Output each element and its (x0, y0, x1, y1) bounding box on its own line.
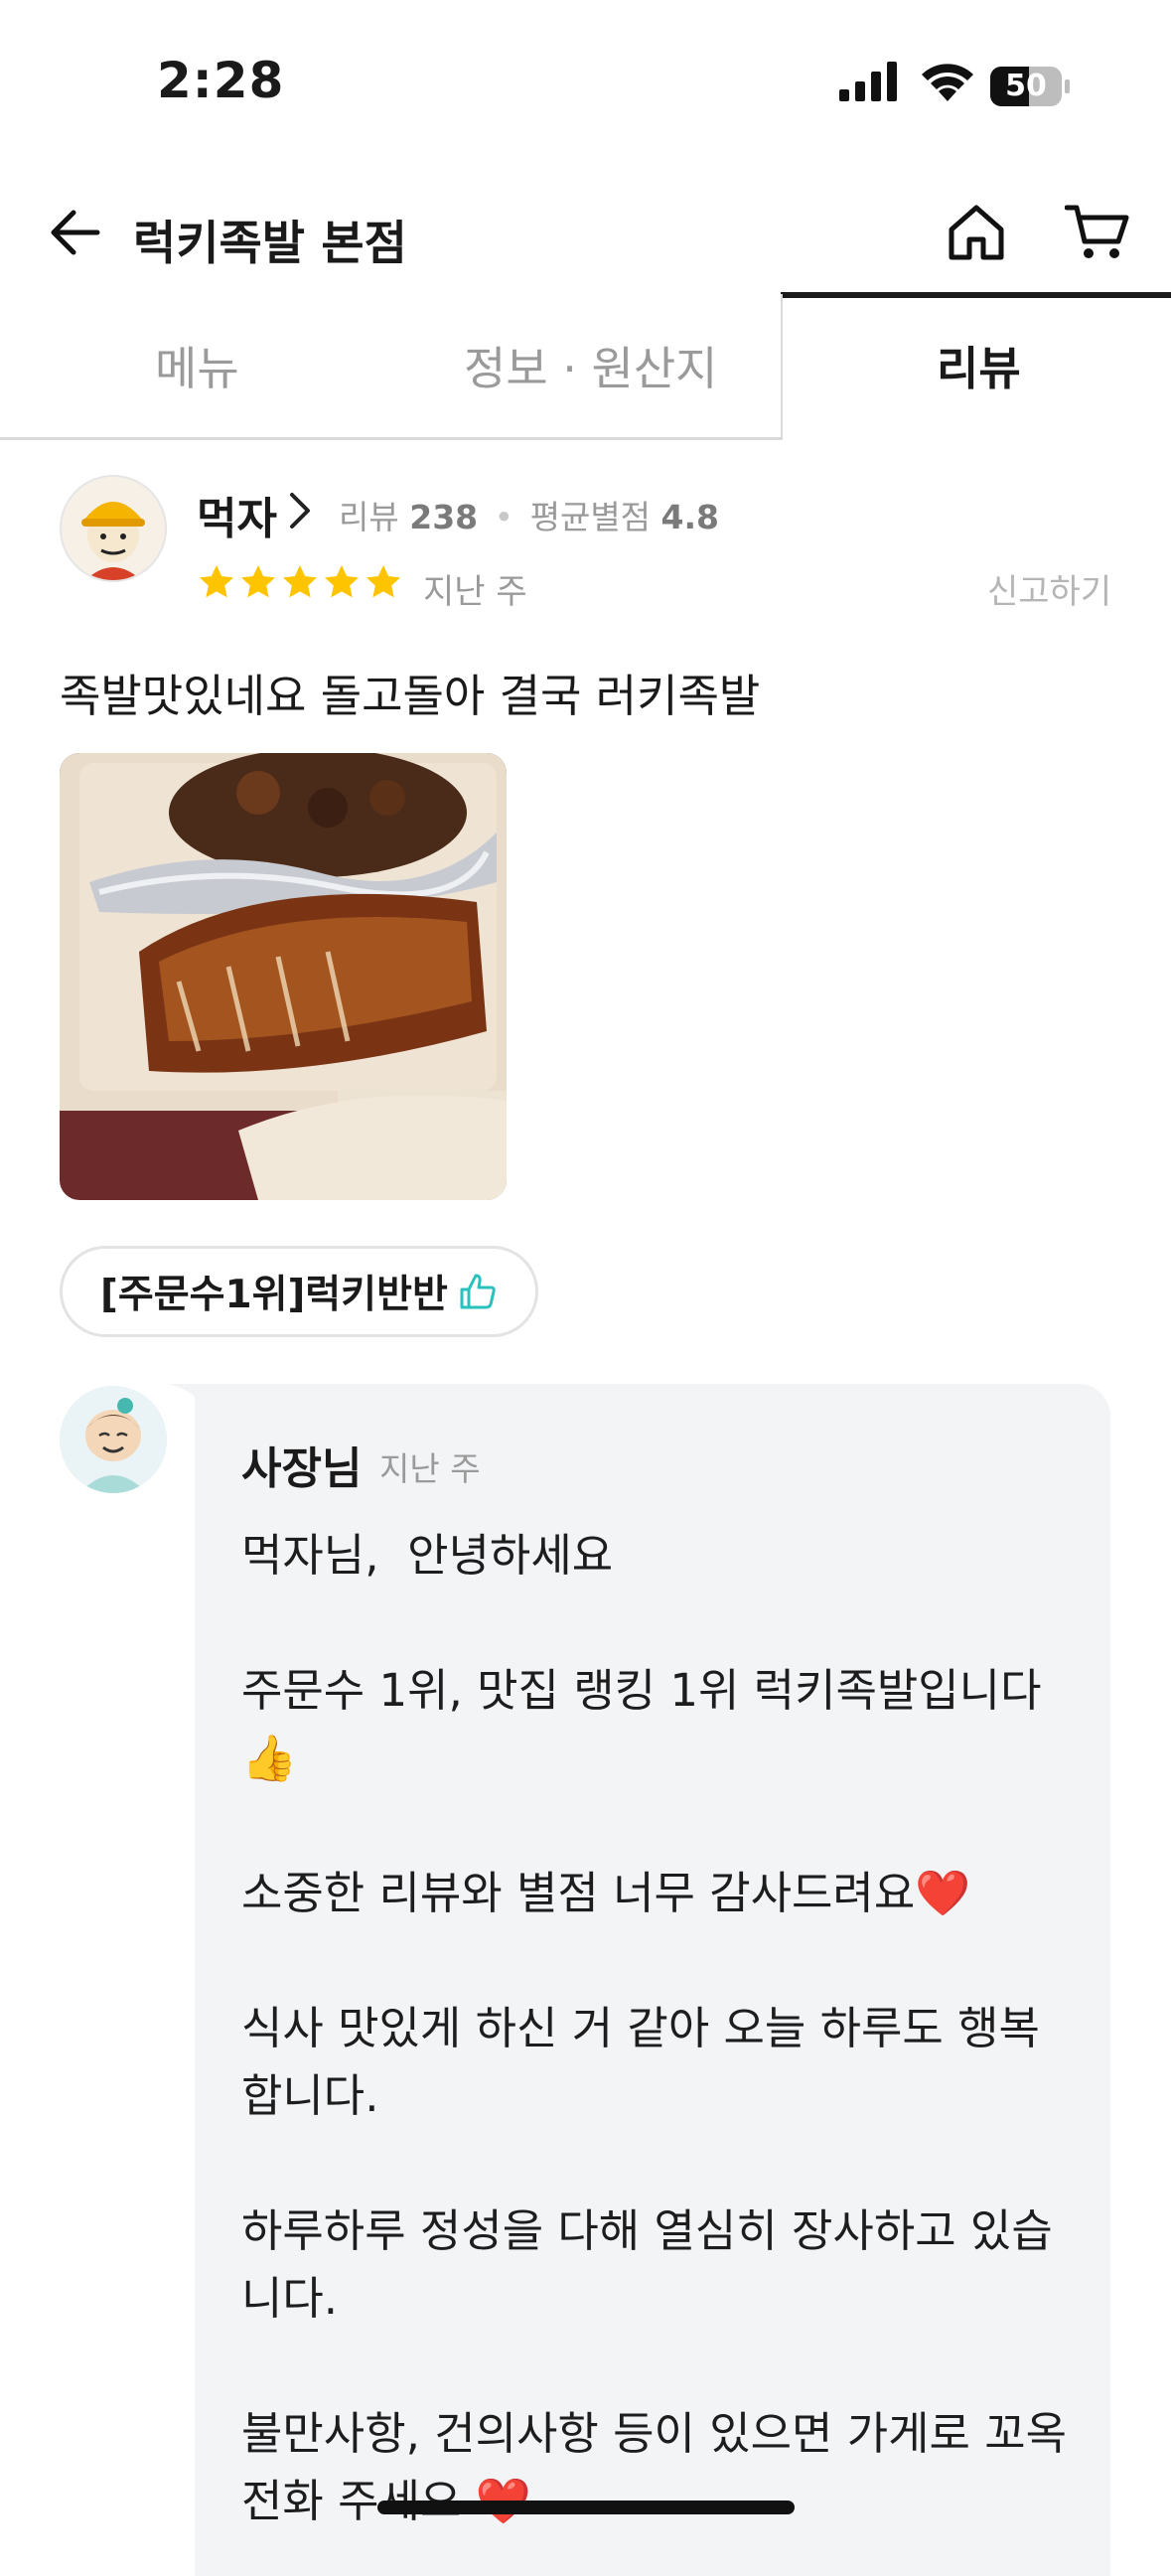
arrow-left-icon[interactable] (48, 205, 103, 260)
thumbs-up-icon (460, 1274, 496, 1309)
reviewer-nickname[interactable]: 먹자 (197, 483, 277, 546)
page-title: 럭키족발 본점 (133, 217, 407, 271)
status-time: 2:28 (157, 52, 285, 109)
report-button[interactable]: 신고하기 (987, 564, 1111, 613)
review-photo[interactable] (60, 753, 507, 1200)
cellular-signal-icon (839, 62, 897, 101)
star-icon (241, 565, 275, 598)
tab-info[interactable]: 정보 · 원산지 (464, 333, 717, 398)
owner-name: 사장님 (241, 1443, 363, 1494)
active-tab-indicator (781, 292, 1171, 298)
menu-chip-label: [주문수1위]럭키반반 (100, 1273, 448, 1317)
tab-bottom-border (0, 437, 783, 440)
review-count-label: 리뷰 (339, 498, 399, 536)
star-icon (366, 565, 400, 598)
home-icon[interactable] (946, 202, 1007, 263)
owner-reply-time: 지난 주 (379, 1449, 481, 1488)
tab-divider (781, 294, 783, 438)
separator-dot: • (494, 498, 514, 536)
star-icon (200, 565, 233, 598)
reviewer-stats: 리뷰 238 • 평균별점 4.8 (339, 491, 719, 538)
cart-icon[interactable] (1065, 202, 1130, 263)
battery-icon: 50 (989, 66, 1071, 107)
star-icon (283, 565, 317, 598)
avg-rating: 4.8 (660, 498, 720, 536)
owner-avatar (60, 1386, 167, 1493)
wifi-icon (922, 64, 973, 101)
review-count: 238 (409, 498, 479, 536)
tab-menu[interactable]: 메뉴 (155, 333, 239, 398)
review-text: 족발맛있네요 돌고돌아 결국 러키족발 (60, 670, 761, 722)
tab-review[interactable]: 리뷰 (937, 333, 1021, 398)
star-rating (197, 562, 403, 602)
reviewer-avatar[interactable] (60, 475, 167, 582)
home-indicator[interactable] (377, 2500, 795, 2514)
chevron-right-icon[interactable] (288, 491, 312, 530)
star-icon (325, 565, 359, 598)
owner-reply-text: 먹자님, 안녕하세요 주문수 1위, 맛집 랭킹 1위 럭키족발입니다 👍 소중… (241, 1529, 1068, 2527)
avg-rating-label: 평균별점 (529, 498, 652, 536)
review-time: 지난 주 (423, 572, 527, 612)
battery-level: 50 (1005, 69, 1047, 103)
ordered-menu-chip[interactable]: [주문수1위]럭키반반 (60, 1246, 538, 1337)
